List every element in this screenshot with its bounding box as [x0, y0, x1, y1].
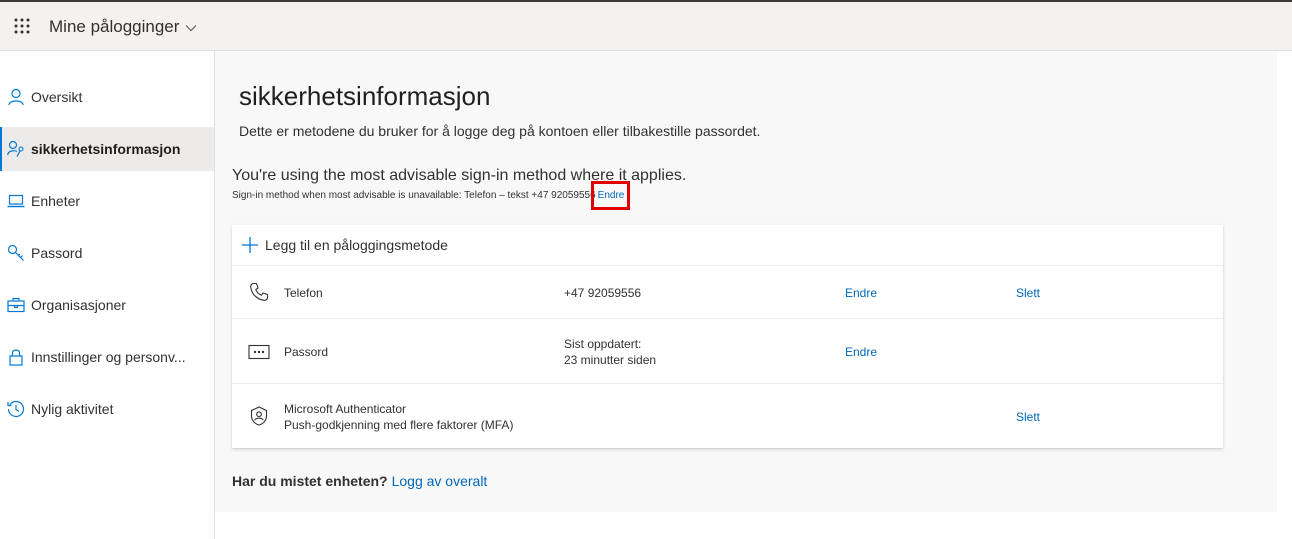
add-method-label: Legg til en påloggingsmetode	[265, 237, 448, 253]
sidebar-item-nylig-aktivitet[interactable]: Nylig aktivitet	[0, 387, 214, 431]
method-value: +47 92059556	[564, 286, 642, 300]
change-phone-link[interactable]: Endre	[845, 286, 877, 300]
phone-icon	[248, 281, 270, 303]
sidebar-item-label: Oversikt	[31, 89, 83, 105]
authenticator-icon	[248, 405, 270, 427]
sidebar-item-passord[interactable]: Passord	[0, 231, 214, 275]
default-method-text: Sign-in method when most advisable is un…	[232, 190, 596, 201]
method-row-passord: Passord Sist oppdatert: 23 minutter side…	[232, 319, 1223, 384]
method-name-secondary: Push-godkjenning med flere faktorer (MFA…	[284, 418, 514, 432]
sidebar: Oversikt sikkerhetsinformasjon Enheter P…	[0, 51, 215, 539]
sidebar-item-label: Organisasjoner	[31, 297, 126, 313]
lock-icon	[7, 348, 25, 366]
page-title: sikkerhetsinformasjon	[239, 81, 491, 111]
delete-authenticator-link[interactable]: Slett	[1016, 410, 1040, 424]
method-name: Telefon	[284, 286, 323, 300]
delete-phone-link[interactable]: Slett	[1016, 286, 1040, 300]
person-icon	[7, 88, 25, 106]
sidebar-item-label: Passord	[31, 245, 83, 261]
chevron-down-icon	[185, 17, 197, 37]
change-password-link[interactable]: Endre	[845, 345, 877, 359]
app-title: Mine pålogginger	[49, 17, 180, 36]
sidebar-item-label: Enheter	[31, 193, 81, 209]
lost-device-question: Har du mistet enheten?	[232, 473, 388, 489]
sign-out-everywhere-link[interactable]: Logg av overalt	[392, 473, 488, 489]
password-icon	[248, 341, 270, 363]
sidebar-item-sikkerhetsinformasjon[interactable]: sikkerhetsinformasjon	[0, 127, 214, 171]
app-title-menu[interactable]: Mine pålogginger	[49, 17, 197, 37]
advisable-method-text: You're using the most advisable sign-in …	[232, 167, 687, 184]
key-icon	[7, 244, 25, 262]
waffle-icon[interactable]	[12, 16, 32, 36]
add-method-button[interactable]: Legg til en påloggingsmetode	[232, 225, 1223, 266]
sidebar-item-label: sikkerhetsinformasjon	[31, 141, 181, 157]
sidebar-item-label: Nylig aktivitet	[31, 401, 114, 417]
sidebar-item-innstillinger[interactable]: Innstillinger og personv...	[0, 335, 214, 379]
method-value: Sist oppdatert:	[564, 337, 642, 351]
default-method-info: Sign-in method when most advisable is un…	[232, 190, 624, 201]
briefcase-icon	[7, 296, 25, 314]
page-description: Dette er metodene du bruker for å logge …	[239, 123, 761, 139]
method-name: Passord	[284, 345, 329, 359]
plus-icon	[241, 236, 259, 254]
laptop-icon	[7, 192, 25, 210]
sidebar-item-organisasjoner[interactable]: Organisasjoner	[0, 283, 214, 327]
app-header: Mine pålogginger	[0, 2, 1292, 51]
sidebar-item-label: Innstillinger og personv...	[31, 349, 186, 365]
method-row-authenticator: Microsoft Authenticator Push-godkjenning…	[232, 384, 1223, 448]
sidebar-item-enheter[interactable]: Enheter	[0, 179, 214, 223]
main-content: sikkerhetsinformasjon Dette er metodene …	[215, 51, 1277, 512]
history-icon	[7, 400, 25, 418]
method-name: Microsoft Authenticator	[284, 402, 407, 416]
lost-device-section: Har du mistet enheten? Logg av overalt	[232, 473, 487, 489]
person-key-icon	[7, 140, 25, 158]
sidebar-item-oversikt[interactable]: Oversikt	[0, 75, 214, 119]
change-default-method-link[interactable]: Endre	[598, 190, 625, 201]
method-value-secondary: 23 minutter siden	[564, 353, 657, 367]
method-row-telefon: Telefon +47 92059556 Endre Slett	[232, 266, 1223, 319]
methods-card: Legg til en påloggingsmetode Telefon +47…	[232, 225, 1223, 448]
